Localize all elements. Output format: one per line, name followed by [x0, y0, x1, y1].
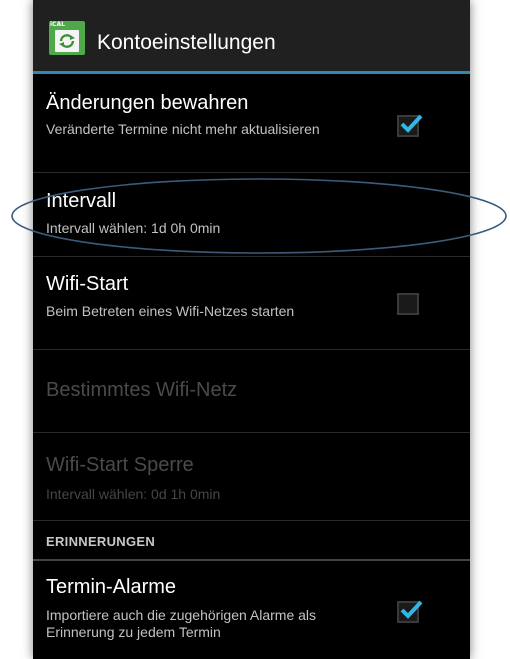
- pref-wifi-start[interactable]: Wifi-Start Beim Betreten eines Wifi-Netz…: [33, 257, 470, 350]
- pref-summary: Beim Betreten eines Wifi-Netzes starten: [46, 303, 295, 319]
- wifi-start-checkbox[interactable]: [397, 293, 419, 315]
- aenderungen-bewahren-checkbox[interactable]: [397, 114, 423, 137]
- pref-summary: Intervall wählen: 1d 0h 0min: [46, 220, 221, 236]
- pref-summary: Intervall wählen: 0d 1h 0min: [46, 486, 221, 502]
- preferences-list: Änderungen bewahren Veränderte Termine n…: [33, 74, 470, 659]
- pref-title: Wifi-Start: [46, 273, 129, 295]
- action-bar: iCAL Kontoeinstellungen: [33, 0, 470, 74]
- pref-wifi-start-sperre: Wifi-Start Sperre Intervall wählen: 0d 1…: [33, 433, 470, 521]
- pref-summary: Veränderte Termine nicht mehr aktualisie…: [46, 121, 320, 137]
- pref-title: Änderungen bewahren: [46, 92, 249, 114]
- pref-title: Intervall: [46, 190, 117, 212]
- app-icon-label: iCAL: [50, 21, 65, 28]
- pref-bestimmtes-wifi-netz: Bestimmtes Wifi-Netz: [33, 350, 470, 433]
- sync-icon: [59, 34, 75, 48]
- pref-title: Bestimmtes Wifi-Netz: [46, 379, 238, 401]
- phone-screen: iCAL Kontoeinstellungen Änderungen bewah…: [33, 0, 470, 659]
- pref-summary: Importiere auch die zugehörigen Alarme a…: [46, 607, 317, 640]
- checkmark-icon: [400, 114, 423, 133]
- app-icon[interactable]: iCAL: [49, 21, 85, 55]
- checkmark-icon: [400, 600, 423, 619]
- pref-intervall[interactable]: Intervall Intervall wählen: 1d 0h 0min: [33, 173, 470, 257]
- screen-title: Kontoeinstellungen: [97, 31, 276, 54]
- section-header: ERINNERUNGEN: [33, 521, 470, 561]
- termin-alarme-checkbox[interactable]: [397, 600, 423, 623]
- section-header-label: ERINNERUNGEN: [46, 534, 156, 549]
- pref-aenderungen-bewahren[interactable]: Änderungen bewahren Veränderte Termine n…: [33, 74, 470, 173]
- pref-termin-alarme[interactable]: Termin-Alarme Importiere auch die zugehö…: [33, 561, 470, 659]
- pref-title: Termin-Alarme: [46, 576, 177, 598]
- pref-title: Wifi-Start Sperre: [46, 454, 194, 476]
